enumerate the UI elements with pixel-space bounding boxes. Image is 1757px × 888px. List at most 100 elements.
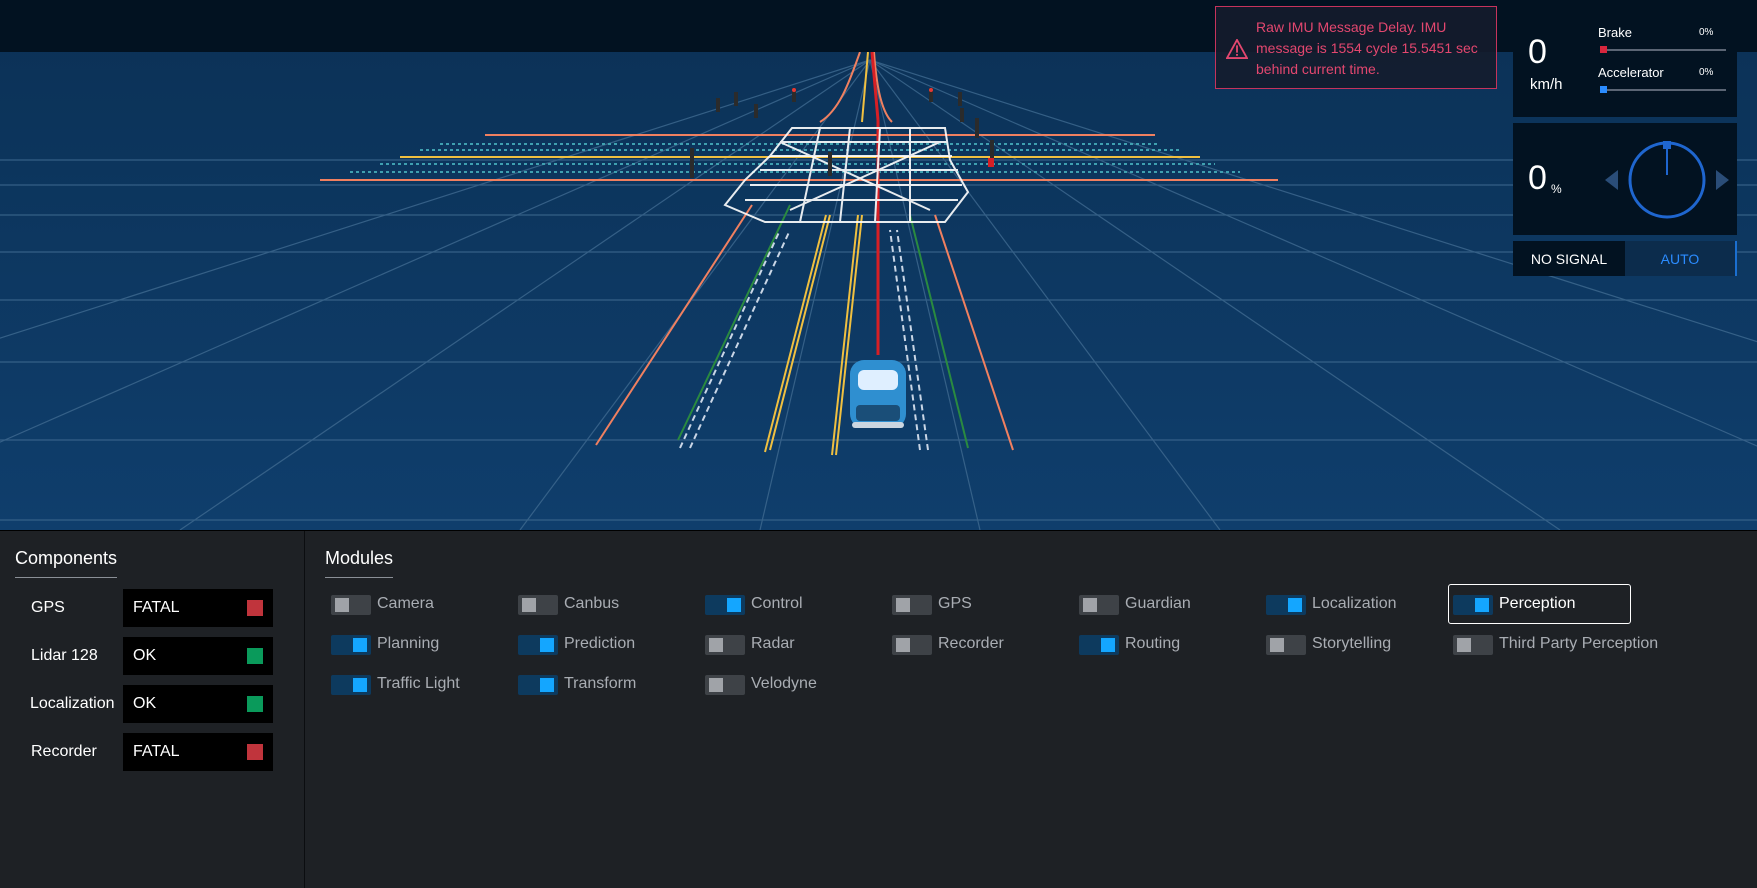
module-traffic-light[interactable]: Traffic Light [327, 665, 513, 703]
status-square-icon [247, 600, 263, 616]
module-prediction[interactable]: Prediction [514, 625, 700, 663]
brake-percent: 0% [1699, 27, 1714, 38]
module-label: Traffic Light [377, 675, 460, 692]
module-label: GPS [938, 595, 972, 612]
component-row: GPS FATAL [0, 589, 305, 627]
toggle-thumb [522, 598, 536, 612]
module-toggle[interactable] [331, 595, 371, 615]
module-label: Planning [377, 635, 440, 652]
module-toggle[interactable] [1453, 595, 1493, 615]
module-toggle[interactable] [1266, 635, 1306, 655]
module-label: Routing [1125, 635, 1181, 652]
toggle-thumb [540, 678, 554, 692]
module-label: Localization [1312, 595, 1397, 612]
module-label: Prediction [564, 635, 636, 652]
module-routing[interactable]: Routing [1075, 625, 1261, 663]
brake-bar [1600, 46, 1726, 53]
component-row: Recorder FATAL [0, 733, 305, 771]
module-toggle[interactable] [1266, 595, 1306, 615]
module-toggle[interactable] [1079, 635, 1119, 655]
module-toggle[interactable] [331, 635, 371, 655]
module-toggle[interactable] [705, 675, 745, 695]
module-toggle[interactable] [705, 595, 745, 615]
module-velodyne[interactable]: Velodyne [701, 665, 887, 703]
3d-scene-view[interactable]: Raw IMU Message Delay. IMU message is 15… [0, 0, 1757, 530]
component-row: Localization OK [0, 685, 305, 723]
speed-value: 0 [1528, 33, 1547, 71]
auto-mode-indicator[interactable]: AUTO [1625, 241, 1737, 276]
module-label: Canbus [564, 595, 620, 612]
component-status: OK [123, 685, 273, 723]
steering-unit: % [1551, 182, 1562, 196]
module-toggle[interactable] [892, 635, 932, 655]
accelerator-label: Accelerator [1598, 65, 1664, 80]
component-status-text: FATAL [133, 743, 180, 760]
module-label: Control [751, 595, 803, 612]
module-third-party-perception[interactable]: Third Party Perception [1449, 625, 1658, 663]
toggle-thumb [727, 598, 741, 612]
module-label: Guardian [1125, 595, 1191, 612]
left-arrow-icon [1605, 170, 1618, 190]
brake-bar-fill [1600, 46, 1607, 53]
module-gps[interactable]: GPS [888, 585, 1074, 623]
components-panel: Components GPS FATAL Lidar 128 OK Localizati… [0, 531, 305, 888]
toggle-thumb [353, 678, 367, 692]
status-square-icon [247, 696, 263, 712]
module-label: Camera [377, 595, 434, 612]
accelerator-percent: 0% [1699, 67, 1714, 78]
speed-unit: km/h [1530, 76, 1563, 93]
toggle-thumb [1101, 638, 1115, 652]
bottom-panel: Components GPS FATAL Lidar 128 OK Localizati… [0, 530, 1757, 888]
module-toggle[interactable] [1079, 595, 1119, 615]
module-toggle[interactable] [518, 675, 558, 695]
no-signal-indicator: NO SIGNAL [1513, 241, 1625, 276]
module-toggle[interactable] [518, 635, 558, 655]
steering-value: 0 [1528, 159, 1547, 197]
module-toggle[interactable] [518, 595, 558, 615]
toggle-thumb [335, 598, 349, 612]
toggle-thumb [353, 638, 367, 652]
imu-delay-alert: Raw IMU Message Delay. IMU message is 15… [1215, 6, 1497, 89]
module-toggle[interactable] [331, 675, 371, 695]
module-toggle[interactable] [1453, 635, 1493, 655]
component-row: Lidar 128 OK [0, 637, 305, 675]
module-planning[interactable]: Planning [327, 625, 513, 663]
components-title: Components [15, 548, 118, 578]
module-canbus[interactable]: Canbus [514, 585, 700, 623]
alert-line-1: Raw IMU Message Delay. IMU [1256, 19, 1447, 35]
module-toggle[interactable] [892, 595, 932, 615]
brake-label: Brake [1598, 25, 1632, 40]
module-perception[interactable]: Perception [1448, 584, 1631, 624]
module-label: Recorder [938, 635, 1004, 652]
toggle-thumb [1475, 598, 1489, 612]
toggle-thumb [709, 678, 723, 692]
module-localization[interactable]: Localization [1262, 585, 1448, 623]
module-radar[interactable]: Radar [701, 625, 887, 663]
component-name: GPS [31, 599, 65, 616]
module-control[interactable]: Control [701, 585, 887, 623]
module-recorder[interactable]: Recorder [888, 625, 1074, 663]
alert-line-3: behind current time. [1256, 61, 1380, 77]
module-transform[interactable]: Transform [514, 665, 700, 703]
module-label: Radar [751, 635, 795, 652]
module-toggle[interactable] [705, 635, 745, 655]
module-label: Velodyne [751, 675, 817, 692]
component-status: FATAL [123, 733, 273, 771]
module-guardian[interactable]: Guardian [1075, 585, 1261, 623]
steering-wheel-gauge [1605, 141, 1729, 219]
module-storytelling[interactable]: Storytelling [1262, 625, 1448, 663]
toggle-thumb [709, 638, 723, 652]
toggle-thumb [1457, 638, 1471, 652]
module-label: Transform [564, 675, 637, 692]
module-camera[interactable]: Camera [327, 585, 513, 623]
toggle-thumb [896, 638, 910, 652]
component-status-text: FATAL [133, 599, 180, 616]
speed-panel: 0 km/h Brake 0% Accelerator 0% [1513, 5, 1737, 117]
status-square-icon [247, 744, 263, 760]
status-square-icon [247, 648, 263, 664]
component-status-text: OK [133, 695, 157, 712]
steering-panel: 0 % [1513, 123, 1737, 235]
right-arrow-icon [1716, 170, 1729, 190]
toggle-thumb [1083, 598, 1097, 612]
ego-vehicle [850, 360, 906, 428]
